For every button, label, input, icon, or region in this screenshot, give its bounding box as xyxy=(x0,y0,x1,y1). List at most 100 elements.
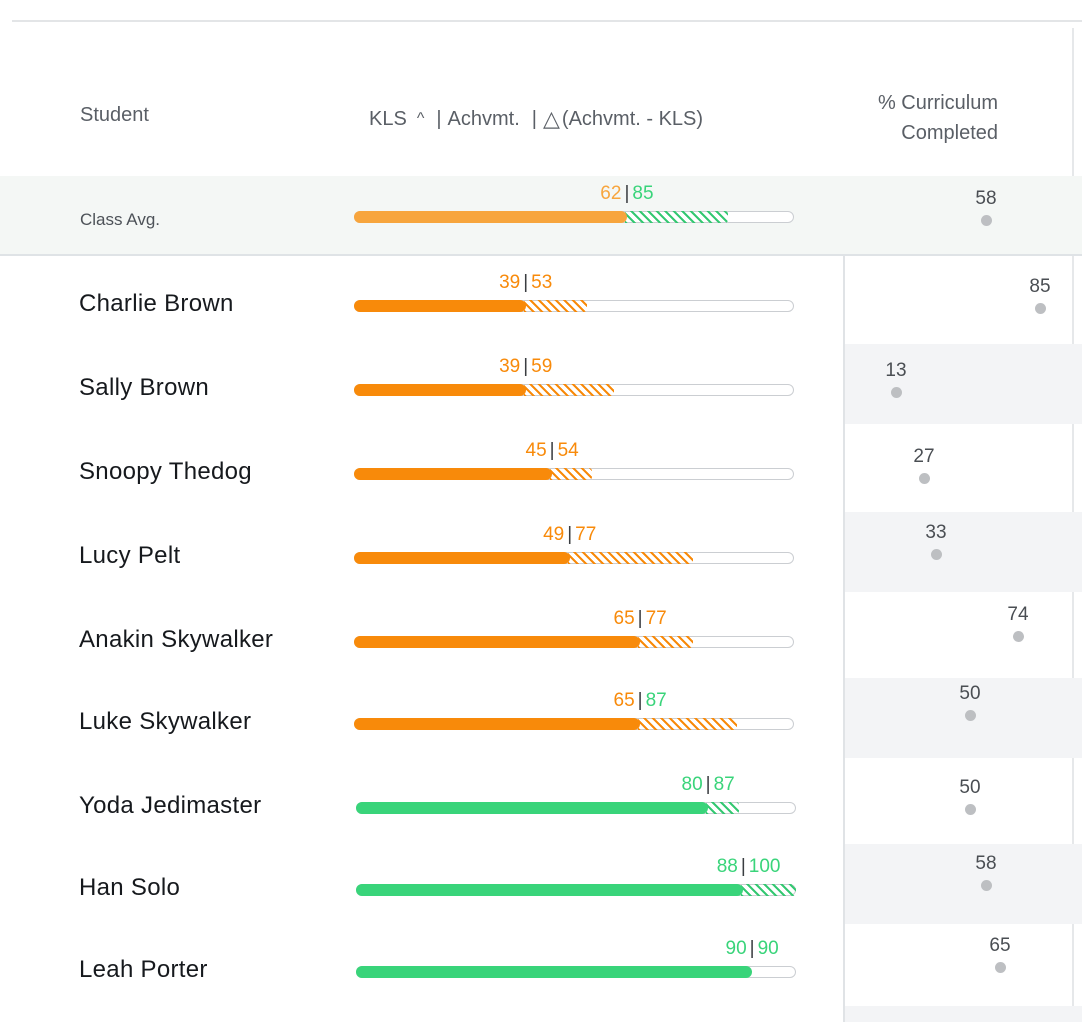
student-7-achievement-gap xyxy=(706,802,739,814)
student-8-curriculum-dot xyxy=(980,880,992,891)
student-5-kls-fill xyxy=(354,636,640,648)
student-9-kls-value: 90 xyxy=(725,938,747,959)
student-6-curriculum-dot xyxy=(964,710,976,721)
student-5-achvmt-value: 77 xyxy=(645,608,667,629)
student-4-curriculum-value: 33 xyxy=(925,522,947,543)
student-8-score-label: 88 | 100 xyxy=(717,856,781,878)
score-separator: | xyxy=(567,524,573,545)
student-3-kls-value: 45 xyxy=(525,440,547,461)
student-2-achievement-gap xyxy=(523,384,614,396)
student-5-curriculum-value: 74 xyxy=(1007,604,1029,625)
student-4-score-label: 49 | 77 xyxy=(543,524,596,546)
score-separator: | xyxy=(749,938,755,959)
student-name[interactable]: Lucy Pelt xyxy=(79,542,180,570)
class-average-achvmt-value: 85 xyxy=(632,183,654,204)
curriculum-cell-shade xyxy=(845,1006,1082,1022)
student-2-curriculum-dot xyxy=(890,387,902,398)
curriculum-column-header[interactable]: % Curriculum Completed xyxy=(846,88,998,148)
class-average-kls-value: 62 xyxy=(600,183,622,204)
student-5-score-label: 65 | 77 xyxy=(614,608,667,630)
class-average-curriculum-value: 58 xyxy=(975,188,997,209)
student-3-curriculum-dot xyxy=(918,473,930,484)
student-7-kls-value: 80 xyxy=(681,774,703,795)
curriculum-cell-shade xyxy=(845,844,1082,924)
student-name[interactable]: Snoopy Thedog xyxy=(79,458,252,486)
student-4-kls-value: 49 xyxy=(543,524,565,545)
student-6-achievement-gap xyxy=(638,718,737,730)
top-divider xyxy=(12,20,1082,22)
student-3-curriculum-value: 27 xyxy=(913,446,935,467)
student-9-score-label: 90 | 90 xyxy=(726,938,779,960)
student-3-score-label: 45 | 54 xyxy=(526,440,579,462)
student-1-curriculum-value: 85 xyxy=(1029,276,1051,297)
sort-ascending-icon[interactable]: ^ xyxy=(417,110,425,128)
student-name[interactable]: Anakin Skywalker xyxy=(79,626,273,654)
class-average-label: Class Avg. xyxy=(80,210,161,229)
student-7-curriculum-value: 50 xyxy=(959,777,981,798)
student-9-achvmt-value: 90 xyxy=(757,938,779,959)
score-separator: | xyxy=(740,856,746,877)
class-average-score-label: 62 | 85 xyxy=(600,183,653,205)
student-1-kls-value: 39 xyxy=(499,272,521,293)
student-7-score-label: 80 | 87 xyxy=(682,774,735,796)
student-4-achvmt-value: 77 xyxy=(575,524,597,545)
score-separator: | xyxy=(624,183,630,204)
student-2-kls-value: 39 xyxy=(499,356,521,377)
kls-column-header[interactable]: KLS ^ | Achvmt. | △ (Achvmt. - KLS) xyxy=(369,106,703,132)
student-name[interactable]: Luke Skywalker xyxy=(79,708,251,736)
curriculum-header-line2: Completed xyxy=(901,122,998,144)
student-column-header[interactable]: Student xyxy=(80,104,149,127)
student-6-kls-fill xyxy=(354,718,640,730)
class-average-curriculum-dot xyxy=(980,215,992,226)
score-separator: | xyxy=(637,608,643,629)
delta-icon: △ xyxy=(542,106,560,131)
student-5-kls-value: 65 xyxy=(613,608,635,629)
student-6-kls-value: 65 xyxy=(613,690,635,711)
student-9-curriculum-dot xyxy=(994,962,1006,973)
student-2-score-label: 39 | 59 xyxy=(499,356,552,378)
score-separator: | xyxy=(637,690,643,711)
score-separator: | xyxy=(523,272,529,293)
student-8-achvmt-value: 100 xyxy=(748,856,781,877)
student-name[interactable]: Yoda Jedimaster xyxy=(79,792,261,820)
student-1-score-label: 39 | 53 xyxy=(499,272,552,294)
class-average-kls-fill xyxy=(354,211,627,223)
student-1-achievement-gap xyxy=(523,300,588,312)
class-average-divider xyxy=(0,254,1082,256)
student-9-curriculum-value: 65 xyxy=(989,935,1011,956)
student-5-curriculum-dot xyxy=(1012,631,1024,642)
student-1-achvmt-value: 53 xyxy=(531,272,553,293)
header-separator: | xyxy=(531,107,537,130)
curriculum-header-line1: % Curriculum xyxy=(877,92,998,114)
score-separator: | xyxy=(705,774,711,795)
student-name[interactable]: Charlie Brown xyxy=(79,290,234,318)
class-average-achievement-gap xyxy=(624,211,728,223)
kls-header-label[interactable]: KLS xyxy=(369,108,407,131)
student-4-curriculum-dot xyxy=(930,549,942,560)
student-8-kls-fill xyxy=(356,884,744,896)
student-5-achievement-gap xyxy=(638,636,693,648)
student-6-achvmt-value: 87 xyxy=(645,690,667,711)
header-separator: | xyxy=(436,107,442,130)
student-name[interactable]: Sally Brown xyxy=(79,374,209,402)
student-3-achievement-gap xyxy=(550,468,592,480)
student-6-curriculum-value: 50 xyxy=(959,683,981,704)
student-1-kls-fill xyxy=(354,300,526,312)
student-7-curriculum-dot xyxy=(964,804,976,815)
student-1-curriculum-dot xyxy=(1034,303,1046,314)
curriculum-cell-shade xyxy=(845,512,1082,592)
student-2-achvmt-value: 59 xyxy=(531,356,553,377)
student-4-kls-fill xyxy=(354,552,570,564)
achvmt-header-label[interactable]: Achvmt. xyxy=(448,108,520,131)
student-4-achievement-gap xyxy=(567,552,693,564)
student-name[interactable]: Han Solo xyxy=(79,874,180,902)
student-7-kls-fill xyxy=(356,802,708,814)
delta-header-label[interactable]: (Achvmt. - KLS) xyxy=(562,108,703,131)
student-2-curriculum-value: 13 xyxy=(885,360,907,381)
student-6-score-label: 65 | 87 xyxy=(614,690,667,712)
student-name[interactable]: Leah Porter xyxy=(79,956,208,984)
student-9-kls-fill xyxy=(356,966,752,978)
student-7-achvmt-value: 87 xyxy=(713,774,735,795)
score-separator: | xyxy=(549,440,555,461)
student-3-kls-fill xyxy=(354,468,552,480)
